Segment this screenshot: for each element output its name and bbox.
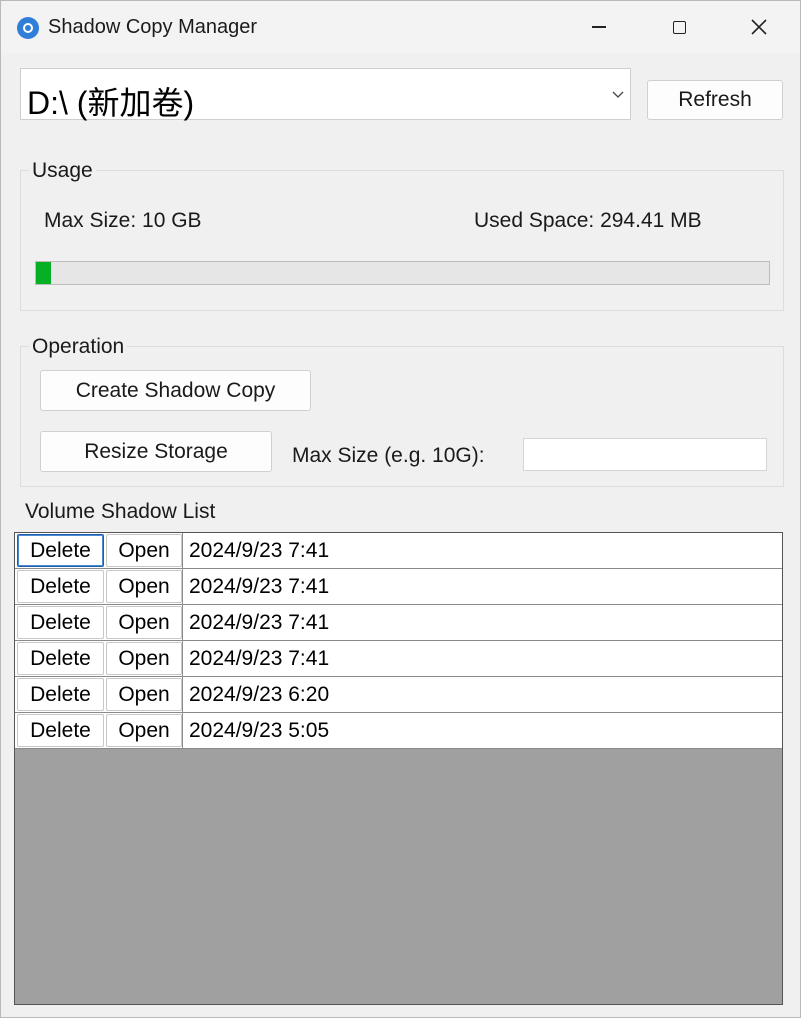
used-space-text: Used Space: 294.41 MB — [474, 209, 702, 232]
maximize-icon — [672, 20, 686, 34]
app-gear-icon — [17, 17, 39, 39]
cell-divider — [182, 605, 183, 640]
drive-select-value: D:\ (新加卷) — [27, 85, 195, 121]
table-row: Delete Open 2024/9/23 5:05 — [15, 713, 782, 749]
delete-button[interactable]: Delete — [17, 642, 104, 675]
usage-group — [20, 170, 784, 311]
cell-divider — [182, 641, 183, 676]
cell-divider — [182, 713, 183, 748]
max-size-label: Max Size (e.g. 10G): — [292, 444, 485, 467]
delete-button[interactable]: Delete — [17, 606, 104, 639]
minimize-icon — [592, 26, 606, 28]
table-row: Delete Open 2024/9/23 7:41 — [15, 533, 782, 569]
usage-group-title: Usage — [29, 159, 96, 183]
max-size-input[interactable] — [523, 438, 767, 471]
maximize-button[interactable] — [656, 1, 702, 53]
window-title: Shadow Copy Manager — [48, 16, 258, 38]
drive-select[interactable]: D:\ (新加卷) — [20, 68, 631, 121]
shadow-list-title: Volume Shadow List — [25, 500, 216, 523]
close-button[interactable] — [736, 1, 782, 53]
table-row: Delete Open 2024/9/23 6:20 — [15, 677, 782, 713]
app-window: Shadow Copy Manager D:\ (新加卷) Refresh Us… — [0, 0, 801, 1018]
cell-divider — [182, 533, 183, 568]
title-bar[interactable]: Shadow Copy Manager — [1, 1, 800, 53]
shadow-copy-date: 2024/9/23 5:05 — [189, 719, 330, 742]
table-row: Delete Open 2024/9/23 7:41 — [15, 569, 782, 605]
delete-button[interactable]: Delete — [17, 678, 104, 711]
shadow-copy-date: 2024/9/23 6:20 — [189, 683, 330, 706]
chevron-down-icon — [612, 91, 624, 98]
cell-divider — [182, 569, 183, 604]
open-button[interactable]: Open — [106, 606, 182, 639]
operation-group-title: Operation — [29, 335, 128, 359]
shadow-copy-date: 2024/9/23 7:41 — [189, 647, 330, 670]
open-button[interactable]: Open — [106, 642, 182, 675]
usage-progress-fill — [36, 262, 51, 284]
shadow-list-grid[interactable]: Delete Open 2024/9/23 7:41 Delete Open 2024/9… — [14, 532, 783, 1005]
delete-button[interactable]: Delete — [17, 534, 104, 567]
table-row: Delete Open 2024/9/23 7:41 — [15, 605, 782, 641]
delete-button[interactable]: Delete — [17, 714, 104, 747]
cell-divider — [182, 677, 183, 712]
table-row: Delete Open 2024/9/23 7:41 — [15, 641, 782, 677]
open-button[interactable]: Open — [106, 570, 182, 603]
max-size-text: Max Size: 10 GB — [44, 209, 202, 232]
open-button[interactable]: Open — [106, 678, 182, 711]
shadow-copy-date: 2024/9/23 7:41 — [189, 575, 330, 598]
shadow-copy-date: 2024/9/23 7:41 — [189, 611, 330, 634]
open-button[interactable]: Open — [106, 714, 182, 747]
minimize-button[interactable] — [576, 1, 622, 53]
refresh-button[interactable]: Refresh — [647, 80, 783, 120]
shadow-copy-date: 2024/9/23 7:41 — [189, 539, 330, 562]
usage-progress-bar — [35, 261, 770, 285]
delete-button[interactable]: Delete — [17, 570, 104, 603]
resize-storage-button[interactable]: Resize Storage — [40, 431, 272, 472]
create-shadow-copy-button[interactable]: Create Shadow Copy — [40, 370, 311, 411]
close-icon — [751, 19, 767, 35]
open-button[interactable]: Open — [106, 534, 182, 567]
